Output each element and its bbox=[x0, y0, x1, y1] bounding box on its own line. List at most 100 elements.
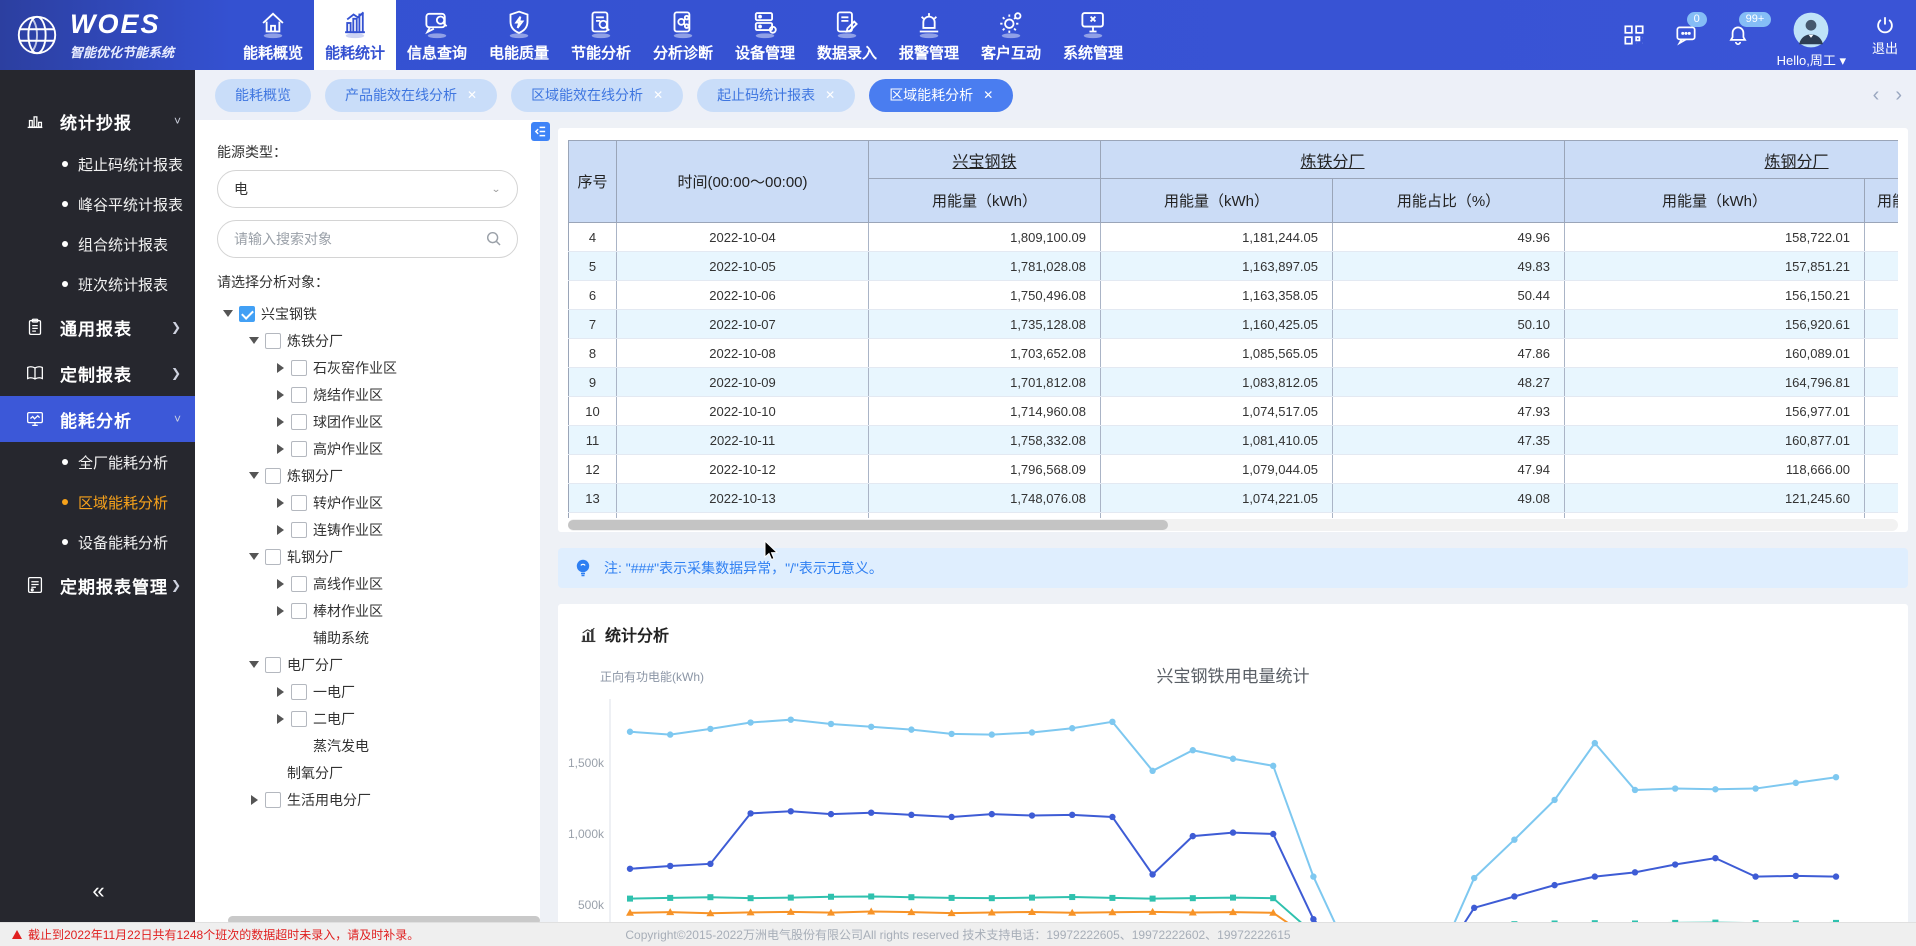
expand-closed-icon[interactable] bbox=[277, 525, 284, 535]
qr-code-icon[interactable] bbox=[1621, 22, 1647, 48]
sidebar-item-峰谷平统计报表[interactable]: 峰谷平统计报表 bbox=[0, 184, 195, 224]
sidebar-section-4[interactable]: 能耗分析˅ bbox=[0, 396, 195, 442]
nav-item-11[interactable]: 系统管理 bbox=[1052, 0, 1134, 70]
table-viewport[interactable]: 序号时间(00:00～00:00)兴宝钢铁炼铁分厂炼钢分厂用能量（kWh）用能量… bbox=[568, 140, 1898, 518]
table-hscrollbar-track[interactable] bbox=[568, 519, 1898, 531]
collapse-panel-button[interactable] bbox=[531, 122, 550, 141]
sidebar-collapse-button[interactable]: « bbox=[0, 878, 195, 904]
tab-scroll-left[interactable]: ‹ bbox=[1873, 86, 1880, 104]
nav-item-7[interactable]: 设备管理 bbox=[724, 0, 806, 70]
search-icon[interactable] bbox=[485, 230, 503, 248]
nav-item-2[interactable]: 能耗统计 bbox=[314, 0, 396, 70]
table-header-cell[interactable]: 炼钢分厂 bbox=[1565, 141, 1898, 179]
expand-open-icon[interactable] bbox=[249, 661, 259, 668]
tree-node-炼钢分厂[interactable]: 炼钢分厂 bbox=[217, 462, 518, 489]
tree-checkbox[interactable] bbox=[291, 387, 307, 403]
tab-close-icon[interactable]: ✕ bbox=[653, 88, 663, 102]
tree-node-辅助系统[interactable]: 辅助系统 bbox=[217, 624, 518, 651]
tree-checkbox[interactable] bbox=[291, 522, 307, 538]
nav-item-1[interactable]: 能耗概览 bbox=[232, 0, 314, 70]
expand-open-icon[interactable] bbox=[249, 337, 259, 344]
sidebar-section-3[interactable]: 定制报表❯ bbox=[0, 350, 195, 396]
user-menu[interactable]: Hello,周工 ▾ bbox=[1777, 11, 1846, 69]
energy-type-select[interactable]: 电 ⌄ bbox=[217, 170, 518, 208]
nav-item-9[interactable]: 报警管理 bbox=[888, 0, 970, 70]
tab-1[interactable]: 能耗概览 bbox=[215, 79, 311, 112]
alarm-bell-icon[interactable]: 99+ bbox=[1725, 22, 1751, 48]
sidebar-section-5[interactable]: 定期报表管理❯ bbox=[0, 562, 195, 608]
sidebar-section-2[interactable]: 通用报表❯ bbox=[0, 304, 195, 350]
tab-4[interactable]: 起止码统计报表✕ bbox=[697, 79, 855, 112]
tree-node-生活用电分厂[interactable]: 生活用电分厂 bbox=[217, 786, 518, 813]
sidebar-section-1[interactable]: 统计抄报˅ bbox=[0, 98, 195, 144]
tree-checkbox[interactable] bbox=[291, 603, 307, 619]
expand-open-icon[interactable] bbox=[249, 553, 259, 560]
sidebar-item-区域能耗分析[interactable]: 区域能耗分析 bbox=[0, 482, 195, 522]
tree-node-兴宝钢铁[interactable]: 兴宝钢铁 bbox=[217, 300, 518, 327]
expand-closed-icon[interactable] bbox=[277, 498, 284, 508]
expand-open-icon[interactable] bbox=[223, 310, 233, 317]
tree-node-棒材作业区[interactable]: 棒材作业区 bbox=[217, 597, 518, 624]
expand-closed-icon[interactable] bbox=[277, 363, 284, 373]
sidebar-item-全厂能耗分析[interactable]: 全厂能耗分析 bbox=[0, 442, 195, 482]
tab-scroll-right[interactable]: › bbox=[1895, 86, 1902, 104]
tab-3[interactable]: 区域能效在线分析✕ bbox=[511, 79, 683, 112]
tree-checkbox[interactable] bbox=[265, 468, 281, 484]
column-group-link[interactable]: 炼钢分厂 bbox=[1765, 154, 1829, 171]
expand-closed-icon[interactable] bbox=[277, 444, 284, 454]
tree-checkbox[interactable] bbox=[265, 792, 281, 808]
nav-item-10[interactable]: 客户互动 bbox=[970, 0, 1052, 70]
tree-checkbox[interactable] bbox=[291, 414, 307, 430]
tab-close-icon[interactable]: ✕ bbox=[825, 88, 835, 102]
tab-2[interactable]: 产品能效在线分析✕ bbox=[325, 79, 497, 112]
expand-closed-icon[interactable] bbox=[277, 687, 284, 697]
expand-closed-icon[interactable] bbox=[277, 714, 284, 724]
tree-node-炼铁分厂[interactable]: 炼铁分厂 bbox=[217, 327, 518, 354]
tree-node-一电厂[interactable]: 一电厂 bbox=[217, 678, 518, 705]
column-group-link[interactable]: 兴宝钢铁 bbox=[952, 154, 1016, 171]
tree-checkbox[interactable] bbox=[291, 711, 307, 727]
tree-node-石灰窑作业区[interactable]: 石灰窑作业区 bbox=[217, 354, 518, 381]
sidebar-item-组合统计报表[interactable]: 组合统计报表 bbox=[0, 224, 195, 264]
nav-item-8[interactable]: 数据录入 bbox=[806, 0, 888, 70]
tree-checkbox[interactable] bbox=[291, 441, 307, 457]
tree-checkbox[interactable] bbox=[265, 657, 281, 673]
expand-open-icon[interactable] bbox=[249, 472, 259, 479]
tree-node-蒸汽发电[interactable]: 蒸汽发电 bbox=[217, 732, 518, 759]
messages-icon[interactable]: 0 bbox=[1673, 22, 1699, 48]
nav-item-3[interactable]: 信息查询 bbox=[396, 0, 478, 70]
tree-checkbox[interactable] bbox=[265, 549, 281, 565]
tree-node-转炉作业区[interactable]: 转炉作业区 bbox=[217, 489, 518, 516]
tab-close-icon[interactable]: ✕ bbox=[983, 88, 993, 102]
tree-node-高炉作业区[interactable]: 高炉作业区 bbox=[217, 435, 518, 462]
tree-checkbox[interactable] bbox=[239, 306, 255, 322]
tree-checkbox[interactable] bbox=[291, 495, 307, 511]
logout-button[interactable]: 退出 bbox=[1872, 14, 1898, 57]
sidebar-item-班次统计报表[interactable]: 班次统计报表 bbox=[0, 264, 195, 304]
tree-node-球团作业区[interactable]: 球团作业区 bbox=[217, 408, 518, 435]
search-input[interactable] bbox=[234, 231, 485, 247]
table-header-cell[interactable]: 兴宝钢铁 bbox=[869, 141, 1101, 179]
tree-node-电厂分厂[interactable]: 电厂分厂 bbox=[217, 651, 518, 678]
expand-closed-icon[interactable] bbox=[277, 417, 284, 427]
expand-closed-icon[interactable] bbox=[277, 390, 284, 400]
tree-node-连铸作业区[interactable]: 连铸作业区 bbox=[217, 516, 518, 543]
tree-checkbox[interactable] bbox=[291, 360, 307, 376]
sidebar-item-起止码统计报表[interactable]: 起止码统计报表 bbox=[0, 144, 195, 184]
expand-closed-icon[interactable] bbox=[251, 795, 258, 805]
tree-node-轧钢分厂[interactable]: 轧钢分厂 bbox=[217, 543, 518, 570]
tab-5[interactable]: 区域能耗分析✕ bbox=[869, 79, 1013, 112]
nav-item-6[interactable]: 分析诊断 bbox=[642, 0, 724, 70]
tree-checkbox[interactable] bbox=[265, 333, 281, 349]
tree-node-制氧分厂[interactable]: 制氧分厂 bbox=[217, 759, 518, 786]
table-header-cell[interactable]: 炼铁分厂 bbox=[1101, 141, 1565, 179]
table-hscrollbar-thumb[interactable] bbox=[568, 520, 1168, 530]
expand-closed-icon[interactable] bbox=[277, 579, 284, 589]
expand-closed-icon[interactable] bbox=[277, 606, 284, 616]
tree-node-高线作业区[interactable]: 高线作业区 bbox=[217, 570, 518, 597]
tab-close-icon[interactable]: ✕ bbox=[467, 88, 477, 102]
column-group-link[interactable]: 炼铁分厂 bbox=[1301, 154, 1365, 171]
tree-checkbox[interactable] bbox=[291, 684, 307, 700]
nav-item-4[interactable]: 电能质量 bbox=[478, 0, 560, 70]
tree-node-二电厂[interactable]: 二电厂 bbox=[217, 705, 518, 732]
